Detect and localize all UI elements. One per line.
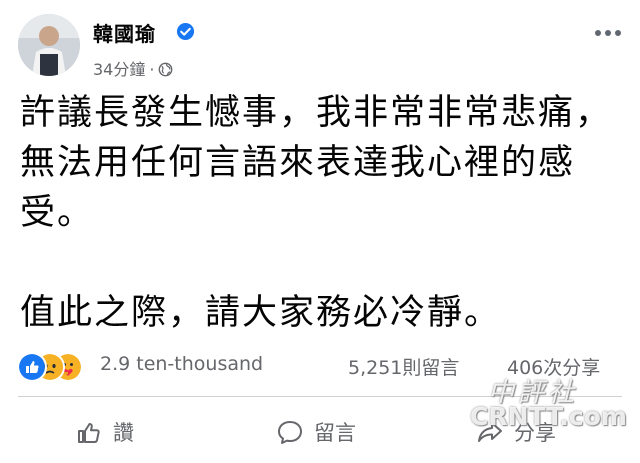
verified-badge-icon — [176, 22, 195, 41]
post-actions: 讚 留言 分享 — [0, 410, 640, 454]
avatar[interactable] — [18, 14, 80, 76]
reaction-count[interactable]: 2.9 ten-thousand — [100, 353, 263, 375]
like-button[interactable]: 讚 — [75, 410, 134, 454]
author-name[interactable]: 韓國瑜 — [93, 18, 156, 47]
share-icon — [478, 422, 502, 442]
comment-label: 留言 — [314, 421, 356, 445]
thumbs-up-icon — [78, 423, 100, 443]
post-paragraph: 許議長發生憾事，我非常非常悲痛，無法用任何言語來表達我心裡的感受。 — [20, 93, 613, 233]
post-header: 韓國瑜 34分鐘 · — [0, 0, 640, 90]
comment-button[interactable]: 留言 — [276, 410, 356, 454]
meta-separator: · — [149, 60, 155, 79]
more-options-icon[interactable] — [594, 28, 622, 38]
like-label: 讚 — [113, 421, 134, 445]
globe-icon — [159, 62, 173, 77]
reaction-summary[interactable] — [17, 352, 97, 382]
post-paragraph: 值此之際，請大家務必冷靜。 — [20, 293, 502, 333]
post-timestamp[interactable]: 34分鐘 — [93, 60, 145, 79]
avatar-photo — [18, 14, 80, 76]
share-count[interactable]: 406次分享 — [507, 353, 600, 380]
share-button[interactable]: 分享 — [476, 410, 556, 454]
post-meta: 34分鐘 · — [93, 56, 173, 80]
comment-icon — [278, 421, 302, 444]
post-body: 許議長發生憾事，我非常非常悲痛，無法用任何言語來表達我心裡的感受。 值此之際，請… — [20, 88, 630, 338]
comment-count[interactable]: 5,251則留言 — [348, 353, 459, 380]
like-icon — [17, 352, 47, 382]
engagement-stats: 2.9 ten-thousand 5,251則留言 406次分享 — [0, 350, 640, 382]
divider — [18, 396, 622, 397]
share-label: 分享 — [514, 421, 556, 445]
